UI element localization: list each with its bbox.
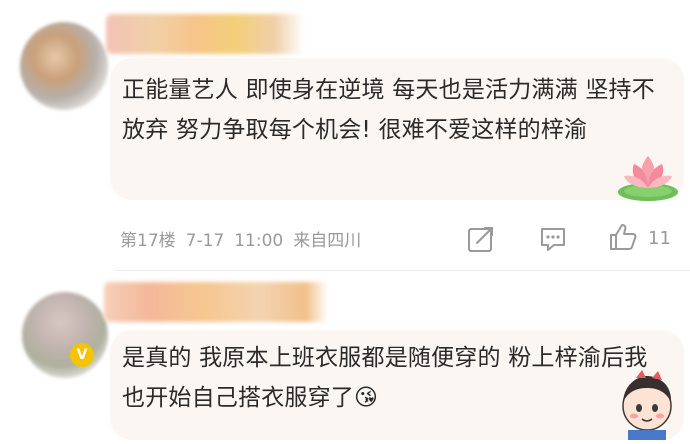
avatar[interactable] — [22, 292, 108, 378]
comment-meta: 第17楼 7-17 11:00 来自四川 — [120, 226, 371, 251]
thumbs-up-icon[interactable] — [608, 222, 638, 252]
avatar[interactable] — [20, 22, 108, 110]
comment-time: 11:00 — [234, 231, 284, 251]
username-blurred[interactable] — [104, 282, 328, 322]
like-count: 11 — [648, 228, 671, 249]
edit-icon[interactable] — [466, 224, 496, 254]
kiss-emoji: 😘 — [354, 385, 379, 411]
lotus-sticker — [618, 156, 678, 201]
comment-date: 7-17 — [185, 231, 225, 251]
comment-feed: 正能量艺人 即使身在逆境 每天也是活力满满 坚持不放弃 努力争取每个机会! 很难… — [0, 0, 690, 444]
divider — [114, 270, 690, 271]
username-blurred[interactable] — [106, 14, 304, 54]
comment-text: 是真的 我原本上班衣服都是随便穿的 粉上梓渝后我也开始自己搭衣服穿了😘 — [122, 338, 652, 418]
comment-text: 正能量艺人 即使身在逆境 每天也是活力满满 坚持不放弃 努力争取每个机会! 很难… — [122, 77, 655, 143]
comment-body: 是真的 我原本上班衣服都是随便穿的 粉上梓渝后我也开始自己搭衣服穿了 — [122, 345, 648, 411]
reply-icon[interactable] — [538, 224, 568, 254]
cartoon-character-sticker — [622, 370, 672, 440]
verified-badge: V — [70, 343, 94, 367]
floor-number: 第17楼 — [120, 231, 176, 251]
comment-location: 来自四川 — [293, 231, 362, 251]
